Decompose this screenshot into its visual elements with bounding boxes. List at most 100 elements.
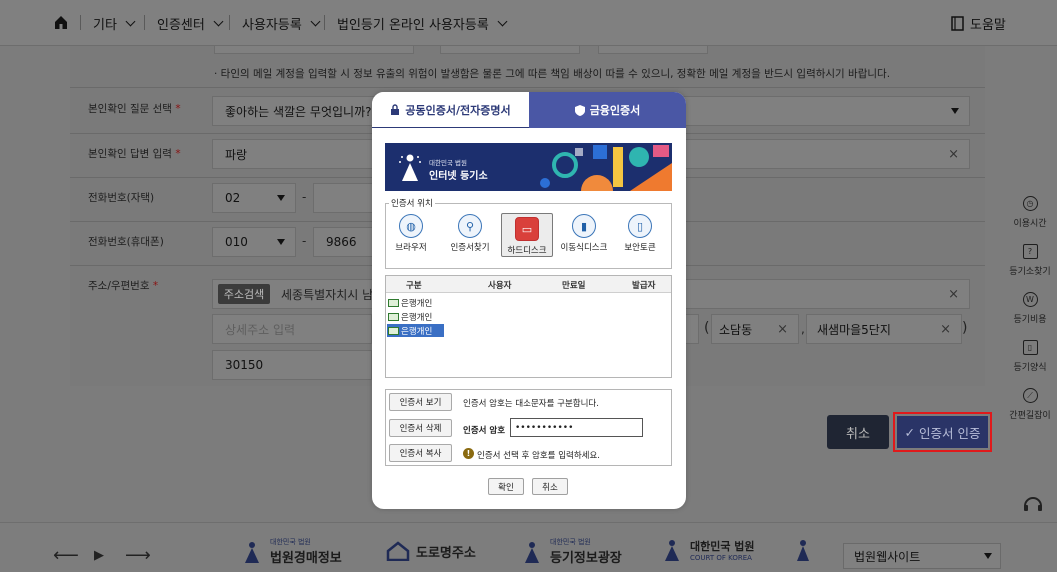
comma: , <box>801 322 805 336</box>
headset-icon[interactable] <box>1022 493 1044 515</box>
cancel-button[interactable]: 취소 <box>827 415 889 449</box>
top-navigation: 기타 인증센터 사용자등록 법인등기 온라인 사용자등록 도움말 <box>0 0 1057 46</box>
court-emblem-icon <box>245 541 259 563</box>
copy-certificate-button[interactable]: 인증서 복사 <box>389 444 452 462</box>
phone-mobile-mid-input[interactable]: 9866 <box>313 227 373 257</box>
tab-financial-certificate[interactable]: 금융인증서 <box>529 92 686 128</box>
warning-icon: ! <box>463 448 474 459</box>
dong-input[interactable]: 소담동 × <box>711 314 799 344</box>
password-label: 인증서 암호 <box>463 426 506 436</box>
phone-home-label: 전화번호(자택) <box>88 192 155 204</box>
dash: - <box>302 234 307 248</box>
certificate-row-selected[interactable]: 은행개인 <box>387 324 444 337</box>
nav-item-corporate-register[interactable]: 법인등기 온라인 사용자등록 <box>337 14 508 33</box>
prev-arrow-icon[interactable]: ⟵ <box>53 545 79 566</box>
home-icon[interactable] <box>53 14 69 30</box>
footer-logo-road-address[interactable]: 도로명주소 <box>386 541 476 561</box>
document-icon: ▯ <box>1022 340 1038 355</box>
dialog-cancel-button[interactable]: 취소 <box>532 478 568 495</box>
email-domain-select[interactable] <box>598 46 708 54</box>
chevron-down-icon <box>310 16 321 27</box>
certificate-icon <box>388 326 399 335</box>
location-browser[interactable]: ◍ 브라우저 <box>385 214 437 253</box>
phone-home-prefix-select[interactable]: 02 <box>212 183 296 213</box>
chevron-down-icon <box>125 16 136 27</box>
view-certificate-button[interactable]: 인증서 보기 <box>389 393 452 411</box>
check-icon: ✓ <box>904 424 915 440</box>
caret-down-icon <box>951 108 959 114</box>
map-icon: ? <box>1022 244 1038 259</box>
nav-item-user-register[interactable]: 사용자등록 <box>242 14 321 33</box>
usb-icon: ▮ <box>572 214 596 238</box>
location-find-cert[interactable]: ⚲ 인증서찾기 <box>444 214 496 253</box>
play-icon[interactable]: ▶ <box>94 548 104 563</box>
address-search-button[interactable]: 주소검색 <box>218 284 270 304</box>
certificate-auth-button-highlight: ✓ 인증서 인증 <box>893 412 992 452</box>
clear-icon[interactable]: × <box>777 322 788 337</box>
ok-button[interactable]: 확인 <box>488 478 524 495</box>
clear-icon[interactable]: × <box>940 322 951 337</box>
close-paren: ) <box>962 320 968 336</box>
certificate-row[interactable]: 은행개인 <box>388 296 434 309</box>
tab-joint-certificate[interactable]: 공동인증서/전자증명서 <box>372 92 529 128</box>
detail-address-input-edge <box>686 314 699 344</box>
quick-guide[interactable]: ⟋ 간편길잡이 <box>1003 388 1057 421</box>
magnifier-icon: ⚲ <box>458 214 482 238</box>
quick-cost[interactable]: W 등기비용 <box>1003 292 1057 325</box>
lock-icon <box>391 104 400 115</box>
monitor-icon: ▭ <box>515 217 539 241</box>
nav-item-auth-center[interactable]: 인증센터 <box>157 14 224 33</box>
certificate-row[interactable]: 은행개인 <box>388 310 434 323</box>
compass-icon: ⟋ <box>1022 388 1038 403</box>
question-label: 본인확인 질문 선택 * <box>88 103 181 115</box>
certificate-icon <box>388 312 399 321</box>
phone-home-mid-input[interactable] <box>313 183 373 213</box>
quick-hours[interactable]: ◷ 이용시간 <box>1003 196 1057 229</box>
court-emblem-icon <box>399 154 421 181</box>
building-input[interactable]: 새샘마을5단지 × <box>806 314 962 344</box>
certificate-auth-button[interactable]: ✓ 인증서 인증 <box>897 416 988 448</box>
location-legend: 인증서 위치 <box>389 197 435 209</box>
open-paren: ( <box>704 320 710 336</box>
location-removable-disk[interactable]: ▮ 이동식디스크 <box>558 214 610 253</box>
delete-certificate-button[interactable]: 인증서 삭제 <box>389 419 452 437</box>
certificate-tabs: 공동인증서/전자증명서 금융인증서 <box>372 92 686 128</box>
caret-down-icon <box>277 195 285 201</box>
quick-forms[interactable]: ▯ 등기양식 <box>1003 340 1057 373</box>
case-notice: 인증서 암호는 대소문자를 구분합니다. <box>463 399 599 409</box>
quick-find-registry[interactable]: ? 등기소찾기 <box>1003 244 1057 277</box>
court-emblem-icon <box>665 540 679 561</box>
email-domain-field[interactable] <box>440 46 580 54</box>
certificate-list[interactable]: 구분 사용자 만료일 발급자 은행개인 은행개인 은행개인 <box>385 275 672 378</box>
banner-graphic <box>540 145 672 191</box>
postal-code-input[interactable]: 30150 <box>212 350 372 380</box>
next-arrow-icon[interactable]: ⟶ <box>125 545 151 566</box>
chevron-down-icon <box>213 16 224 27</box>
detail-address-input[interactable]: 상세주소 입력 <box>212 314 372 344</box>
won-icon: W <box>1022 292 1038 307</box>
nav-separator <box>324 15 325 30</box>
footer-logo-registry-plaza[interactable]: 대한민국 법원 등기정보광장 <box>520 537 622 566</box>
nav-item-etc[interactable]: 기타 <box>93 14 136 33</box>
phone-mobile-prefix-select[interactable]: 010 <box>212 227 296 257</box>
court-sites-select[interactable]: 법원웹사이트 <box>843 543 1001 569</box>
clear-icon[interactable]: × <box>948 147 959 162</box>
caret-down-icon <box>984 553 992 559</box>
nav-separator <box>80 15 81 30</box>
footer-logo-court[interactable]: 대한민국 법원 COURT OF KOREA <box>660 537 755 563</box>
shield-icon <box>574 104 585 116</box>
location-hard-disk[interactable]: ▭ 하드디스크 <box>501 213 553 257</box>
certificate-icon <box>388 298 399 307</box>
help-link[interactable]: 도움말 <box>951 14 1006 33</box>
house-icon <box>386 541 410 561</box>
certificate-password-input[interactable]: ••••••••••• <box>510 418 643 437</box>
nav-separator <box>144 15 145 30</box>
location-security-token[interactable]: ▯ 보안토큰 <box>614 214 666 253</box>
phone-mobile-label: 전화번호(휴대폰) <box>88 236 164 248</box>
caret-down-icon <box>277 239 285 245</box>
address-label: 주소/우편번호 * <box>88 280 159 292</box>
clear-icon[interactable]: × <box>948 287 959 302</box>
registry-banner: 대한민국 법원 인터넷 등기소 <box>385 143 672 191</box>
email-id-field[interactable] <box>214 46 414 54</box>
footer-logo-auction[interactable]: 대한민국 법원 법원경매정보 <box>240 537 342 566</box>
